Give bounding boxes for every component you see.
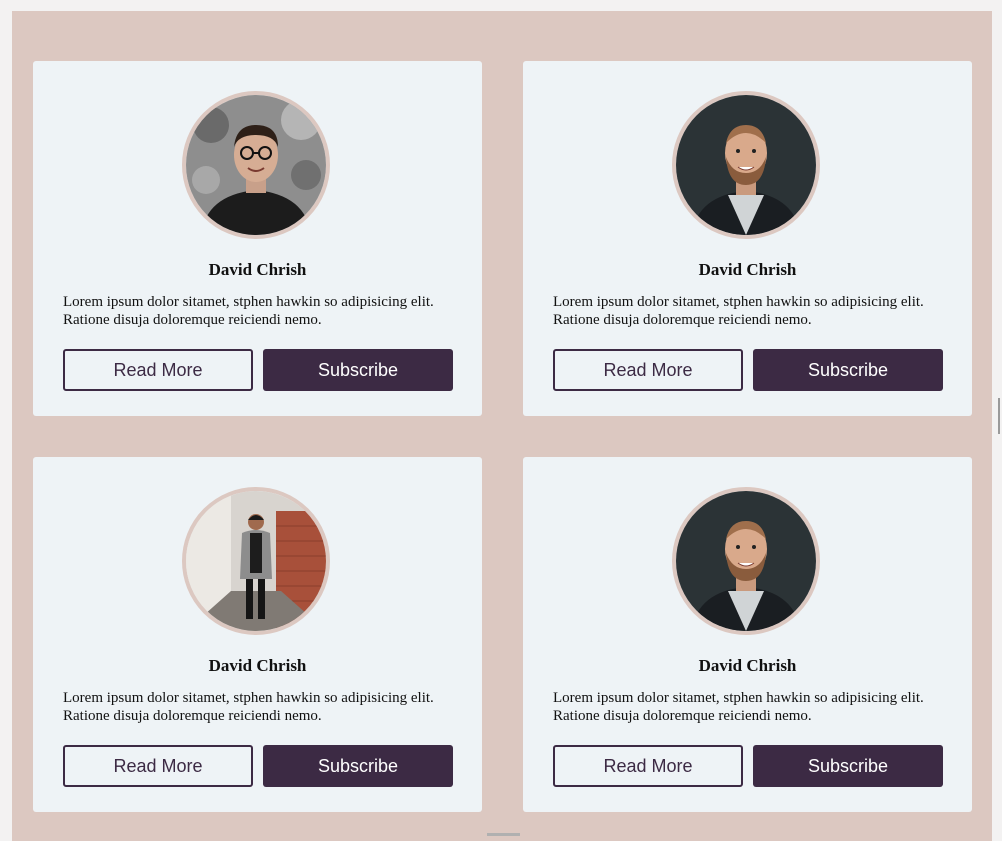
- cards-container: David Chrish Lorem ipsum dolor sitamet, …: [12, 11, 992, 841]
- subscribe-button[interactable]: Subscribe: [263, 349, 453, 391]
- profile-description: Lorem ipsum dolor sitamet, stphen hawkin…: [553, 690, 924, 724]
- profile-description: Lorem ipsum dolor sitamet, stphen hawkin…: [63, 690, 434, 724]
- subscribe-button[interactable]: Subscribe: [263, 745, 453, 787]
- profile-name: David Chrish: [208, 260, 307, 279]
- read-more-button[interactable]: Read More: [553, 745, 743, 787]
- profile-card: David Chrish Lorem ipsum dolor sitamet, …: [33, 61, 482, 416]
- bearded-man-photo-icon: [676, 491, 816, 631]
- read-more-button[interactable]: Read More: [63, 349, 253, 391]
- bearded-man-photo-icon: [676, 95, 816, 235]
- avatar: [182, 487, 330, 635]
- subscribe-button[interactable]: Subscribe: [753, 745, 943, 787]
- profile-card: David Chrish Lorem ipsum dolor sitamet, …: [523, 457, 972, 812]
- read-more-button[interactable]: Read More: [63, 745, 253, 787]
- profile-card: David Chrish Lorem ipsum dolor sitamet, …: [33, 457, 482, 812]
- person-with-glasses-photo-icon: [186, 95, 326, 235]
- profile-description: Lorem ipsum dolor sitamet, stphen hawkin…: [63, 294, 434, 328]
- profile-card: David Chrish Lorem ipsum dolor sitamet, …: [523, 61, 972, 416]
- profile-description: Lorem ipsum dolor sitamet, stphen hawkin…: [553, 294, 924, 328]
- profile-name: David Chrish: [698, 656, 797, 675]
- read-more-button[interactable]: Read More: [553, 349, 743, 391]
- man-in-alley-photo-icon: [186, 491, 326, 631]
- subscribe-button[interactable]: Subscribe: [753, 349, 943, 391]
- profile-name: David Chrish: [208, 656, 307, 675]
- avatar: [672, 91, 820, 239]
- scrollbar[interactable]: [998, 398, 1000, 434]
- avatar: [182, 91, 330, 239]
- profile-name: David Chrish: [698, 260, 797, 279]
- avatar: [672, 487, 820, 635]
